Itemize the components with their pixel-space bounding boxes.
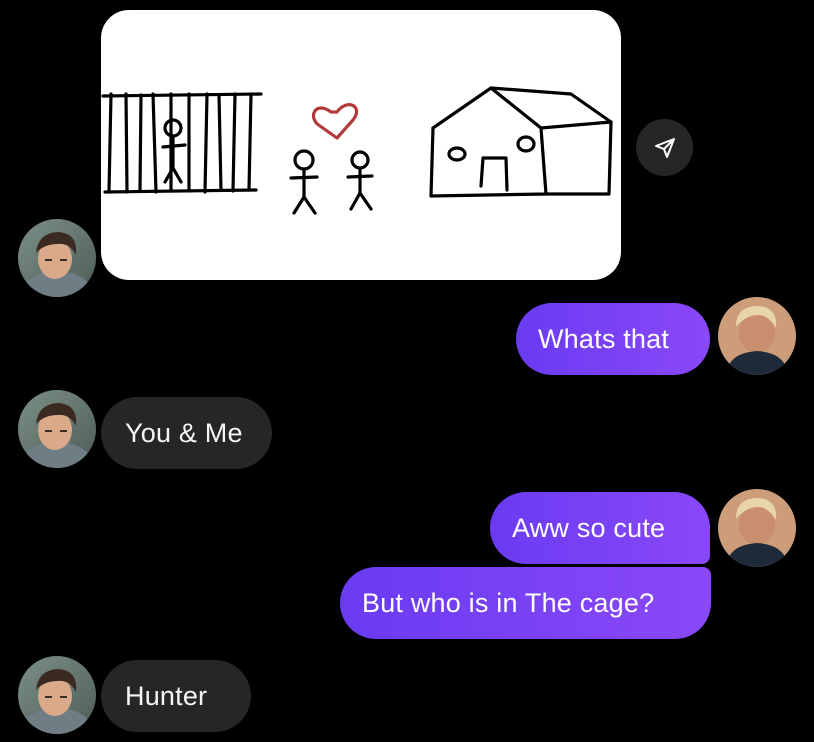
contact-avatar[interactable]: [18, 219, 96, 297]
drawing-attachment-image: [101, 86, 613, 215]
contact-avatar[interactable]: [18, 656, 96, 734]
image-message[interactable]: [101, 10, 621, 280]
message-bubble-incoming[interactable]: You & Me: [101, 397, 272, 469]
message-bubble-outgoing[interactable]: Whats that: [516, 303, 710, 375]
message-text: You & Me: [125, 417, 243, 448]
send-arrow-icon: [654, 137, 675, 158]
share-button[interactable]: [636, 119, 693, 176]
message-bubble-outgoing[interactable]: But who is in The cage?: [340, 567, 711, 639]
message-bubble-incoming[interactable]: Hunter: [101, 660, 251, 732]
message-text: Whats that: [538, 323, 670, 354]
self-avatar[interactable]: [718, 489, 796, 567]
contact-avatar[interactable]: [18, 390, 96, 468]
message-text: Hunter: [125, 680, 208, 711]
message-text: Aww so cute: [512, 512, 666, 543]
self-avatar[interactable]: [718, 297, 796, 375]
message-text: But who is in The cage?: [362, 587, 655, 618]
message-bubble-outgoing[interactable]: Aww so cute: [490, 492, 710, 564]
